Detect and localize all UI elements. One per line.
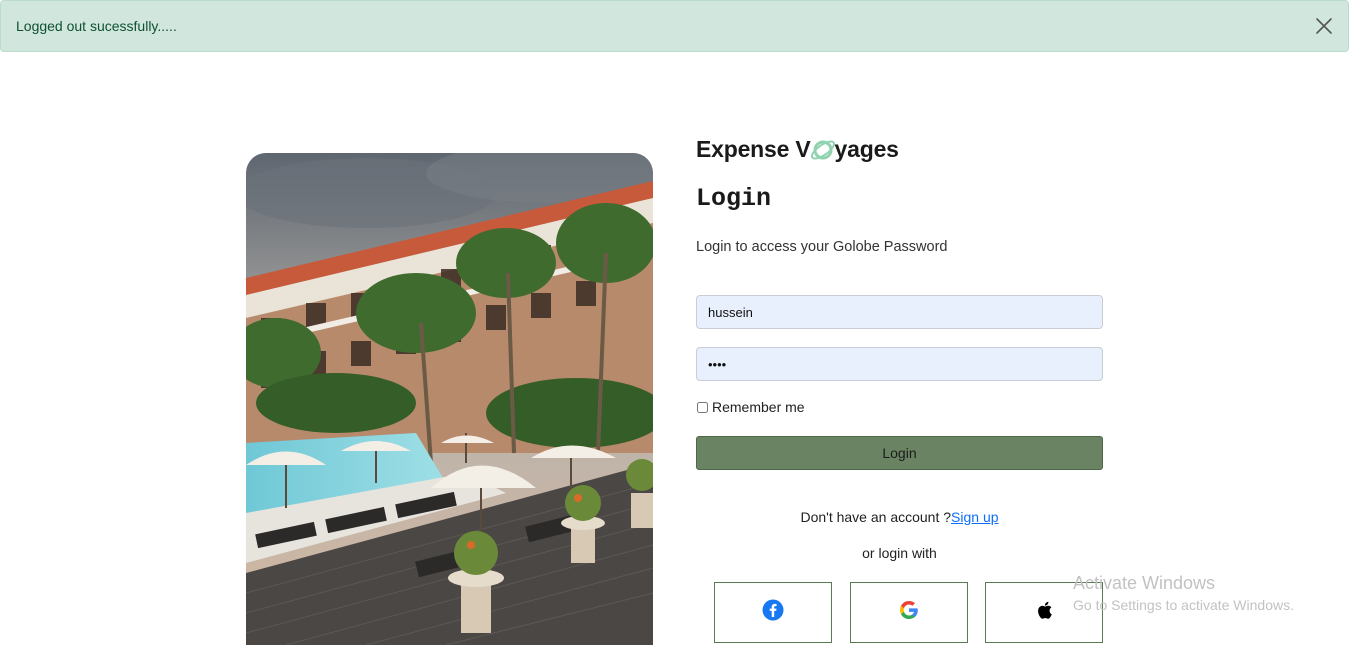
signup-prompt-text: Don't have an account ? xyxy=(800,509,952,525)
planet-icon xyxy=(809,137,837,163)
username-input[interactable] xyxy=(696,295,1103,329)
password-input[interactable] xyxy=(696,347,1103,381)
or-login-with: or login with xyxy=(862,545,937,561)
page-subtitle: Login to access your Golobe Password xyxy=(696,239,948,255)
signup-prompt: Don't have an account ?Sign up xyxy=(696,509,1103,525)
resort-photo xyxy=(246,153,653,645)
google-login-button[interactable] xyxy=(850,582,968,643)
login-button[interactable]: Login xyxy=(696,436,1103,470)
remember-me-checkbox[interactable] xyxy=(697,401,708,413)
watermark-subtitle: Go to Settings to activate Windows. xyxy=(1073,597,1294,613)
close-icon[interactable] xyxy=(1314,16,1334,36)
page-title: Login xyxy=(696,184,772,213)
google-icon xyxy=(899,600,919,625)
watermark-title: Activate Windows xyxy=(1073,573,1216,593)
remember-me-label: Remember me xyxy=(712,399,805,415)
alert-message: Logged out sucessfully..... xyxy=(16,18,177,34)
remember-me[interactable]: Remember me xyxy=(697,399,805,415)
brand-logo: Expense V yages xyxy=(696,136,899,163)
brand-text-end: yages xyxy=(834,136,899,162)
activate-windows-watermark: Activate Windows Go to Settings to activ… xyxy=(1073,573,1294,613)
logout-alert: Logged out sucessfully..... xyxy=(0,0,1349,52)
facebook-icon xyxy=(762,599,784,626)
apple-icon xyxy=(1035,600,1053,625)
signup-link[interactable]: Sign up xyxy=(951,509,998,525)
facebook-login-button[interactable] xyxy=(714,582,832,643)
brand-text-start: Expense V xyxy=(696,136,811,162)
